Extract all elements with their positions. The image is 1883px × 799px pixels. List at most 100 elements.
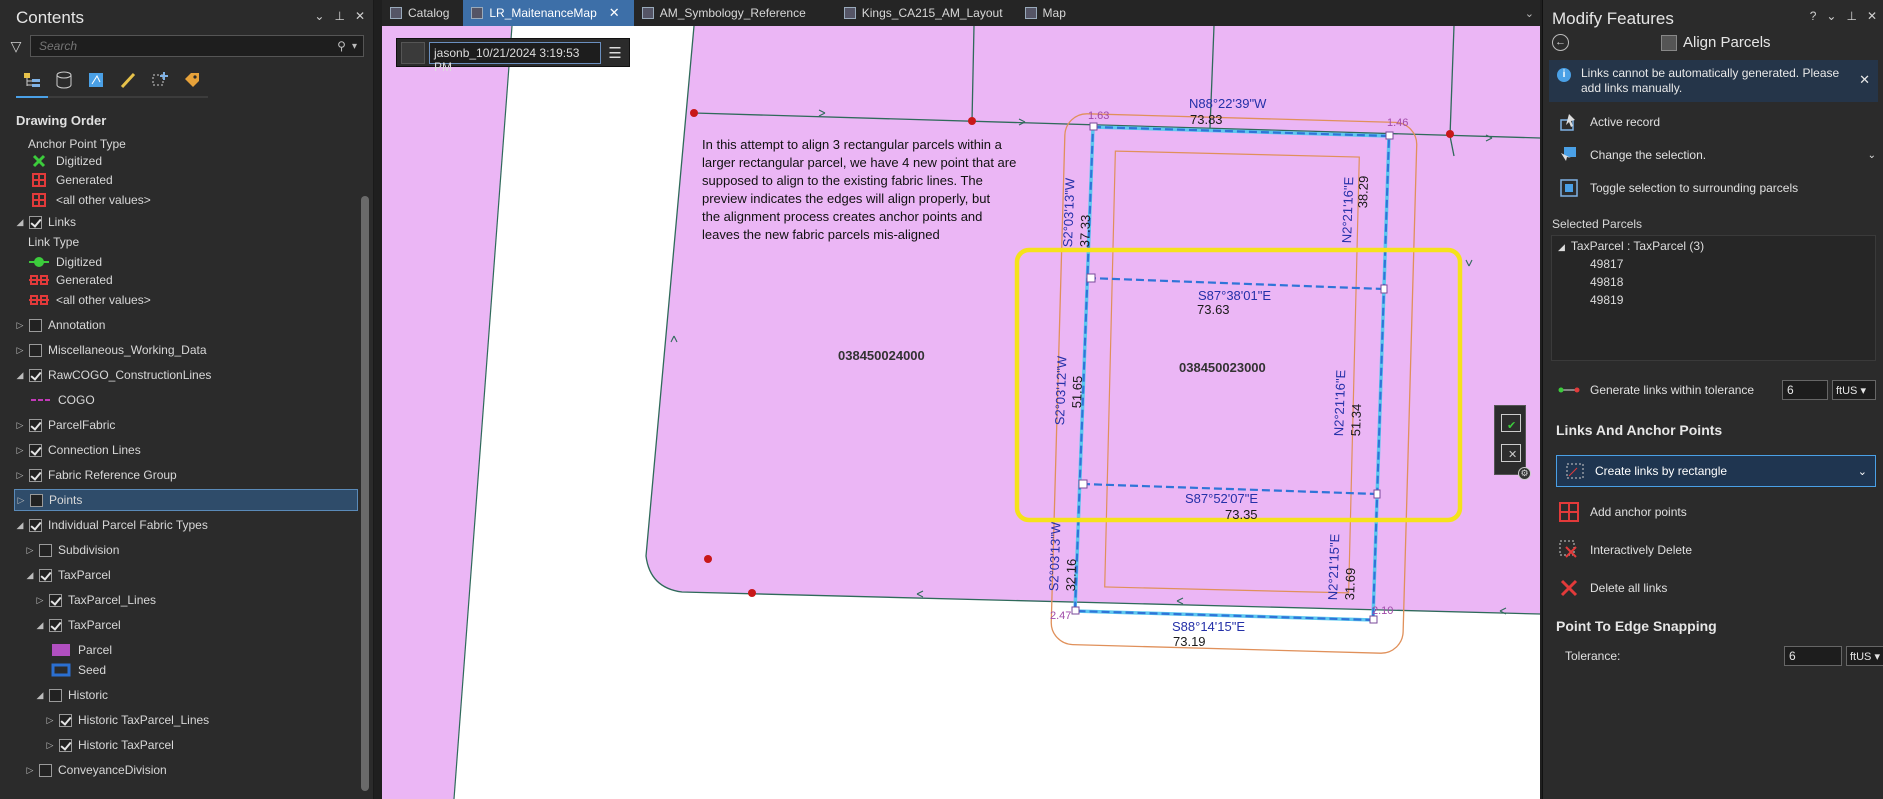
layer-checkbox[interactable] — [39, 763, 52, 777]
tree-row-taxparcel-group[interactable]: ◢ TaxParcel — [24, 565, 111, 585]
chevron-down-icon[interactable]: ⌄ — [314, 9, 324, 23]
expand-triangle-icon[interactable]: ◢ — [34, 620, 46, 631]
contents-search-box[interactable]: ⚲ ▾ — [30, 35, 364, 57]
tab-overflow-chevron-icon[interactable]: ⌄ — [1525, 7, 1540, 26]
tree-row-links[interactable]: ◢ Links — [14, 212, 76, 232]
interactively-delete-button[interactable]: Interactively Delete — [1558, 539, 1692, 561]
parcel-id-row[interactable]: 49817 — [1590, 257, 1623, 271]
tab-am-symbology-reference[interactable]: AM_Symbology_Reference — [634, 0, 820, 26]
tree-row-taxparcel[interactable]: ◢ TaxParcel — [34, 615, 121, 635]
editing-icon[interactable] — [112, 66, 144, 94]
collapse-triangle-icon[interactable]: ▷ — [34, 595, 46, 606]
snap-tolerance-input[interactable]: 6 — [1784, 646, 1842, 666]
tab-lr-maitenancemap[interactable]: LR_MaitenanceMap ✕ — [463, 0, 634, 26]
collapse-triangle-icon[interactable]: ▷ — [14, 470, 26, 481]
collapse-triangle-icon[interactable]: ▷ — [14, 320, 26, 331]
collapse-triangle-icon[interactable]: ▷ — [14, 345, 26, 356]
tree-row-taxparcel-lines[interactable]: ▷ TaxParcel_Lines — [34, 590, 157, 610]
layer-checkbox[interactable] — [49, 593, 62, 607]
help-icon[interactable]: ? — [1810, 9, 1817, 23]
drawing-order-icon[interactable] — [16, 66, 48, 94]
layer-checkbox[interactable] — [29, 468, 42, 482]
expand-triangle-icon[interactable]: ◢ — [14, 217, 26, 228]
parcel-id-row[interactable]: 49818 — [1590, 275, 1623, 289]
create-links-dropdown[interactable]: Create links by rectangle ⌄ — [1556, 455, 1876, 487]
delete-all-links-button[interactable]: Delete all links — [1558, 577, 1667, 599]
collapse-triangle-icon[interactable]: ▷ — [14, 445, 26, 456]
labeling-icon[interactable] — [176, 66, 208, 94]
layer-checkbox[interactable] — [30, 493, 43, 507]
contents-search-input[interactable] — [37, 38, 338, 54]
collapse-triangle-icon[interactable]: ▷ — [24, 545, 36, 556]
pin-icon[interactable]: ⊥ — [334, 9, 344, 23]
close-icon[interactable]: ✕ — [1859, 72, 1870, 87]
tree-row-individual-parcel-fabric-types[interactable]: ◢ Individual Parcel Fabric Types — [14, 515, 208, 535]
filter-icon[interactable]: ▽ — [6, 38, 26, 55]
tree-row-historic-taxparcel[interactable]: ▷ Historic TaxParcel — [44, 735, 174, 755]
gear-icon[interactable]: ⚙ — [1518, 467, 1531, 480]
expand-triangle-icon[interactable]: ◢ — [1558, 242, 1565, 252]
toggle-selection-option[interactable]: Toggle selection to surrounding parcels — [1558, 177, 1798, 199]
tree-row-rawcogo[interactable]: ◢ RawCOGO_ConstructionLines — [14, 365, 212, 385]
collapse-triangle-icon[interactable]: ▷ — [44, 740, 56, 751]
layer-checkbox[interactable] — [29, 343, 42, 357]
version-timestamp-field[interactable]: jasonb_10/21/2024 3:19:53 PM — [429, 41, 601, 74]
collapse-triangle-icon[interactable]: ▷ — [24, 765, 36, 776]
layer-checkbox[interactable] — [29, 443, 42, 457]
tree-row-misc-working-data[interactable]: ▷ Miscellaneous_Working_Data — [14, 340, 207, 360]
hamburger-menu-icon[interactable]: ☰ — [605, 44, 625, 62]
tree-row-points[interactable]: ▷ Points — [14, 489, 358, 511]
tolerance-unit-select[interactable]: ftUS ▾ — [1832, 380, 1876, 400]
expand-triangle-icon[interactable]: ◢ — [24, 570, 36, 581]
accept-link-icon[interactable]: ✔ — [1501, 414, 1521, 432]
tree-row-connection-lines[interactable]: ▷ Connection Lines — [14, 440, 141, 460]
tree-row-subdivision[interactable]: ▷ Subdivision — [24, 540, 120, 560]
tree-row-historic[interactable]: ◢ Historic — [34, 685, 108, 705]
pin-icon[interactable]: ⊥ — [1846, 9, 1856, 23]
tab-catalog[interactable]: Catalog — [382, 0, 463, 26]
contents-scrollbar[interactable] — [361, 138, 369, 793]
tab-map[interactable]: Map — [1017, 0, 1080, 26]
tree-row-fabric-reference-group[interactable]: ▷ Fabric Reference Group — [14, 465, 177, 485]
layer-checkbox[interactable] — [29, 318, 42, 332]
search-icon[interactable]: ⚲ — [337, 39, 346, 53]
collapse-triangle-icon[interactable]: ▷ — [15, 495, 27, 506]
back-arrow-icon[interactable]: ← — [1552, 34, 1569, 51]
tree-row-taxparcel-group[interactable]: ◢ TaxParcel : TaxParcel (3) — [1558, 239, 1704, 253]
expand-triangle-icon[interactable]: ◢ — [14, 370, 26, 381]
collapse-triangle-icon[interactable]: ▷ — [14, 420, 26, 431]
layer-checkbox[interactable] — [59, 738, 72, 752]
active-record-option[interactable]: Active record — [1558, 111, 1660, 133]
parcel-id-row[interactable]: 49819 — [1590, 293, 1623, 307]
selection-icon[interactable] — [80, 66, 112, 94]
tree-row-annotation[interactable]: ▷ Annotation — [14, 315, 106, 335]
change-selection-option[interactable]: Change the selection. ⌄ — [1558, 144, 1876, 166]
expand-triangle-icon[interactable]: ◢ — [34, 690, 46, 701]
snapping-icon[interactable] — [144, 66, 176, 94]
remove-link-icon[interactable]: ✕ — [1501, 444, 1521, 462]
add-anchor-points-button[interactable]: Add anchor points — [1558, 501, 1687, 523]
chevron-down-icon[interactable]: ⌄ — [1868, 150, 1876, 161]
scrollbar-thumb[interactable] — [361, 196, 369, 791]
data-source-icon[interactable] — [48, 66, 80, 94]
layer-checkbox[interactable] — [39, 568, 52, 582]
layer-toggle-icon[interactable] — [401, 41, 425, 64]
tree-row-parcelfabric[interactable]: ▷ ParcelFabric — [14, 415, 116, 435]
expand-triangle-icon[interactable]: ◢ — [14, 520, 26, 531]
close-icon[interactable]: ✕ — [609, 5, 620, 21]
generate-links-tolerance-input[interactable]: 6 — [1782, 380, 1828, 400]
layer-checkbox[interactable] — [29, 215, 42, 229]
chevron-down-icon[interactable]: ⌄ — [1858, 465, 1867, 478]
chevron-down-icon[interactable]: ⌄ — [1826, 9, 1836, 23]
snap-unit-select[interactable]: ftUS ▾ — [1846, 646, 1883, 666]
tree-row-conveyance-division[interactable]: ▷ ConveyanceDivision — [24, 760, 167, 780]
chevron-down-icon[interactable]: ▾ — [352, 41, 357, 52]
close-icon[interactable]: ✕ — [1867, 9, 1877, 23]
layer-checkbox[interactable] — [29, 368, 42, 382]
layer-checkbox[interactable] — [29, 418, 42, 432]
layer-checkbox[interactable] — [29, 518, 42, 532]
tree-row-historic-taxparcel-lines[interactable]: ▷ Historic TaxParcel_Lines — [44, 710, 210, 730]
layer-checkbox[interactable] — [49, 688, 62, 702]
tab-kings-layout[interactable]: Kings_CA215_AM_Layout — [836, 0, 1017, 26]
layer-checkbox[interactable] — [49, 618, 62, 632]
